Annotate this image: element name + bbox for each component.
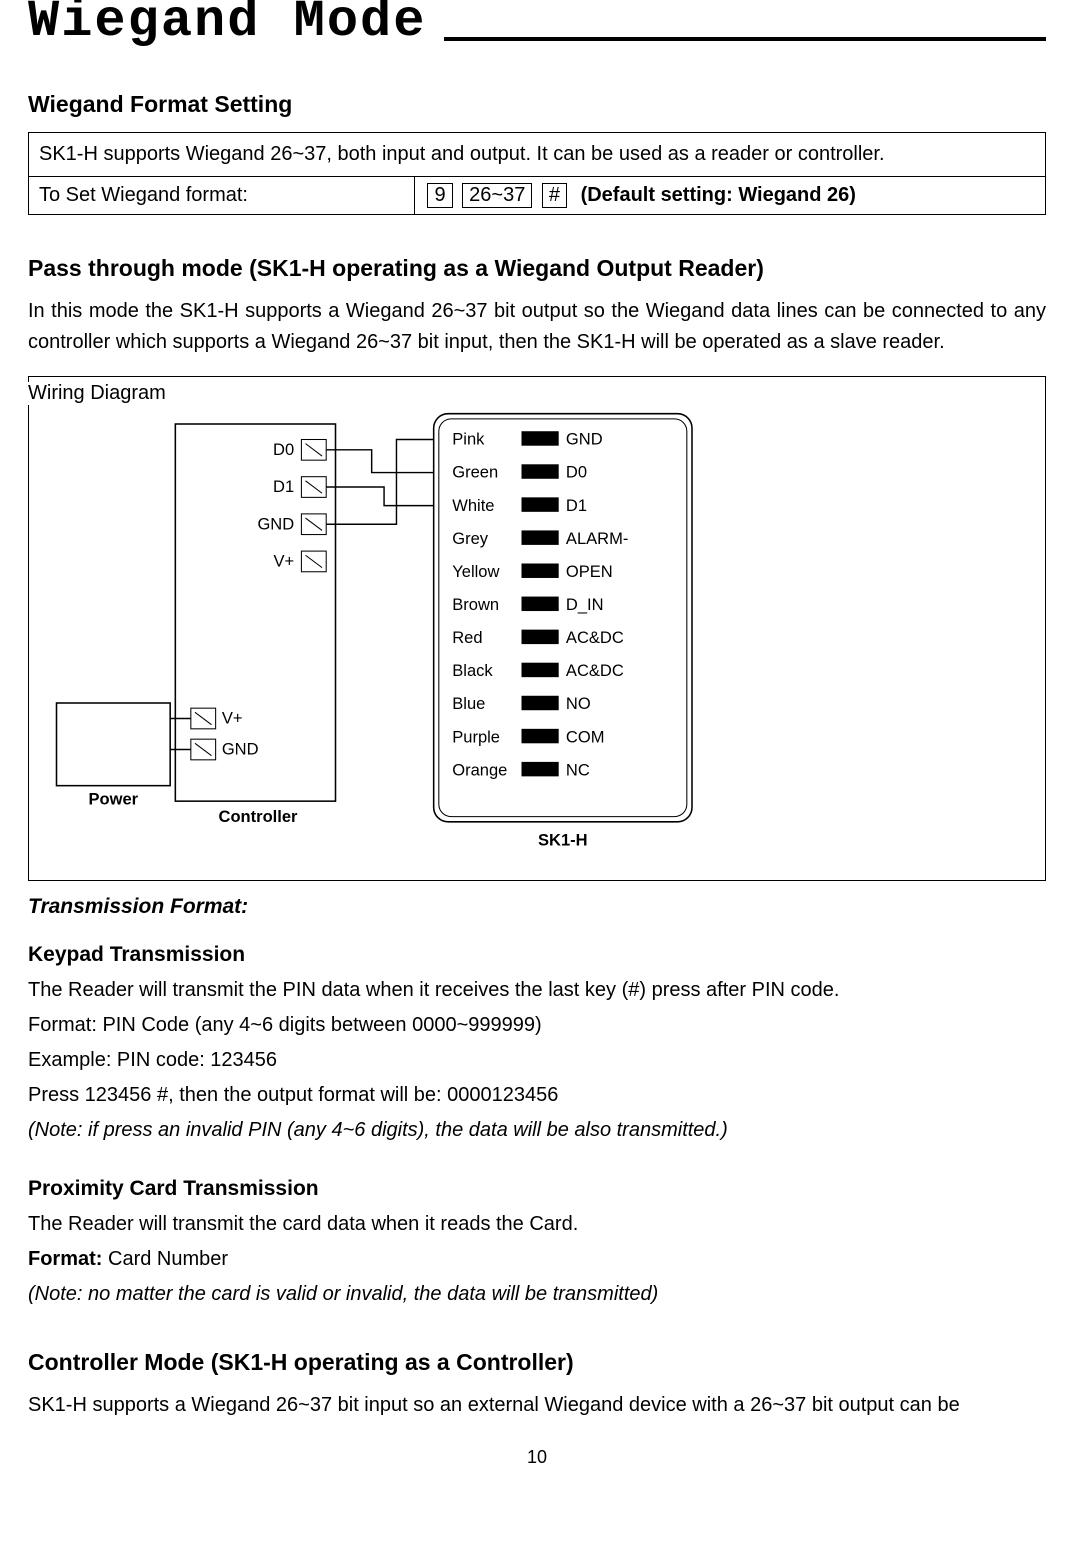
svg-text:NO: NO bbox=[566, 694, 591, 713]
svg-text:GND: GND bbox=[257, 514, 294, 533]
svg-text:White: White bbox=[452, 496, 494, 515]
transmission-heading: Transmission Format: bbox=[28, 895, 1046, 919]
svg-text:D_IN: D_IN bbox=[566, 595, 604, 614]
keypad-line-1: The Reader will transmit the PIN data wh… bbox=[28, 975, 1046, 1006]
prox-format-label: Format: bbox=[28, 1248, 102, 1270]
prox-format-text: Card Number bbox=[102, 1248, 228, 1270]
svg-text:D0: D0 bbox=[273, 440, 294, 459]
svg-text:D0: D0 bbox=[566, 463, 587, 482]
seq-key-9: 9 bbox=[427, 183, 452, 208]
power-outline bbox=[57, 703, 171, 786]
seq-key-hash: # bbox=[542, 183, 567, 208]
svg-text:GND: GND bbox=[222, 740, 259, 759]
svg-text:Red: Red bbox=[452, 628, 482, 647]
svg-text:OPEN: OPEN bbox=[566, 562, 613, 581]
device-label: SK1-H bbox=[538, 831, 588, 850]
seq-key-range: 26~37 bbox=[462, 183, 532, 208]
format-table: SK1-H supports Wiegand 26~37, both input… bbox=[28, 132, 1046, 215]
svg-text:Blue: Blue bbox=[452, 694, 485, 713]
svg-text:AC&DC: AC&DC bbox=[566, 661, 624, 680]
format-label: Format bbox=[28, 1014, 91, 1036]
svg-text:GND: GND bbox=[566, 430, 603, 449]
svg-text:Grey: Grey bbox=[452, 529, 489, 548]
svg-text:Yellow: Yellow bbox=[452, 562, 499, 581]
wiring-diagram: .lbl{font-family:Tahoma,sans-serif;font-… bbox=[28, 376, 1046, 881]
controller-mode-para: SK1-H supports a Wiegand 26~37 bit input… bbox=[28, 1390, 1046, 1421]
seq-note: (Default setting: Wiegand 26) bbox=[581, 184, 856, 206]
controller-label: Controller bbox=[219, 807, 298, 826]
format-text: : PIN Code (any 4~6 digits between 0000~… bbox=[91, 1014, 541, 1036]
svg-text:Orange: Orange bbox=[452, 760, 507, 779]
wiring-diagram-label: Wiring Diagram bbox=[28, 382, 176, 405]
page-title: Wiegand Mode bbox=[28, 0, 426, 51]
prox-heading: Proximity Card Transmission bbox=[28, 1177, 1046, 1201]
keypad-line-4: Press 123456 #, then the output format w… bbox=[28, 1080, 1046, 1111]
keypad-note: (Note: if press an invalid PIN (any 4~6 … bbox=[28, 1115, 1046, 1145]
example-text: : PIN code: 123456 bbox=[106, 1049, 277, 1071]
svg-text:V+: V+ bbox=[222, 709, 243, 728]
svg-text:D1: D1 bbox=[273, 477, 294, 496]
svg-text:V+: V+ bbox=[273, 552, 294, 571]
keypad-line-3: Example: PIN code: 123456 bbox=[28, 1045, 1046, 1076]
format-value: 9 26~37 # (Default setting: Wiegand 26) bbox=[415, 177, 1046, 215]
format-desc: SK1-H supports Wiegand 26~37, both input… bbox=[29, 133, 1046, 177]
power-label: Power bbox=[89, 789, 139, 808]
prox-line-2: Format: Card Number bbox=[28, 1244, 1046, 1275]
prox-note: (Note: no matter the card is valid or in… bbox=[28, 1279, 1046, 1309]
format-label: To Set Wiegand format: bbox=[29, 177, 415, 215]
wiring-svg: .lbl{font-family:Tahoma,sans-serif;font-… bbox=[41, 393, 1033, 868]
svg-text:COM: COM bbox=[566, 727, 605, 746]
svg-text:Purple: Purple bbox=[452, 727, 500, 746]
page-number: 10 bbox=[28, 1447, 1046, 1468]
svg-text:Green: Green bbox=[452, 463, 498, 482]
svg-text:Black: Black bbox=[452, 661, 493, 680]
svg-text:Brown: Brown bbox=[452, 595, 499, 614]
svg-text:NC: NC bbox=[566, 760, 590, 779]
title-row: Wiegand Mode bbox=[28, 0, 1046, 51]
heading-pass-through: Pass through mode (SK1-H operating as a … bbox=[28, 255, 1046, 282]
example-label: Example bbox=[28, 1049, 106, 1071]
heading-format-setting: Wiegand Format Setting bbox=[28, 91, 1046, 118]
document-page: Wiegand Mode Wiegand Format Setting SK1-… bbox=[0, 0, 1074, 1508]
title-rule bbox=[444, 37, 1046, 41]
svg-text:Pink: Pink bbox=[452, 430, 485, 449]
svg-text:D1: D1 bbox=[566, 496, 587, 515]
keypad-line-2: Format: PIN Code (any 4~6 digits between… bbox=[28, 1010, 1046, 1041]
keypad-heading: Keypad Transmission bbox=[28, 943, 1046, 967]
pass-through-para: In this mode the SK1-H supports a Wiegan… bbox=[28, 296, 1046, 358]
heading-controller-mode: Controller Mode (SK1-H operating as a Co… bbox=[28, 1349, 1046, 1376]
svg-text:ALARM-: ALARM- bbox=[566, 529, 628, 548]
svg-text:AC&DC: AC&DC bbox=[566, 628, 624, 647]
prox-line-1: The Reader will transmit the card data w… bbox=[28, 1209, 1046, 1240]
